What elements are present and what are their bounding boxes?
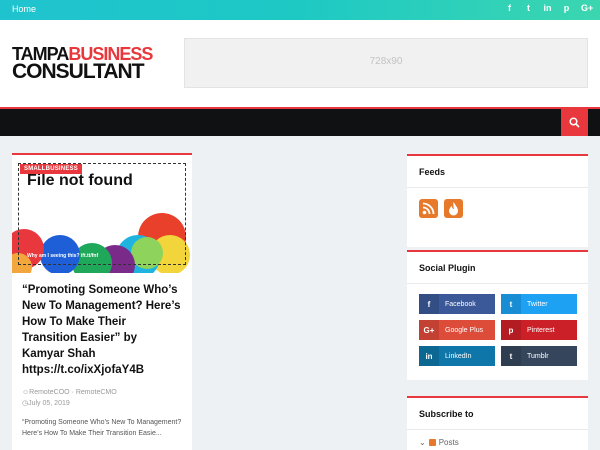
button-label: LinkedIn — [445, 352, 472, 360]
google-plus-icon[interactable]: G+ — [581, 3, 593, 13]
ad-size-label: 728x90 — [369, 56, 403, 67]
facebook-button[interactable]: f Facebook — [419, 294, 495, 314]
button-label: Google Plus — [445, 326, 484, 334]
button-label: Twitter — [527, 300, 548, 308]
subscribe-posts-label: Posts — [438, 438, 459, 447]
post-excerpt: “Promoting Someone Who’s New To Manageme… — [22, 419, 182, 437]
subscribe-posts-item[interactable]: ⌄ Posts — [407, 430, 588, 450]
button-label: Pinterest — [527, 326, 555, 334]
feedburner-icon[interactable] — [444, 199, 463, 218]
thumbnail-subtext: Why am I seeing this? ift.tt/fnf — [27, 253, 99, 259]
widget-title: Social Plugin — [407, 252, 588, 284]
post-card[interactable]: File not found Why am I seeing this? ift… — [12, 153, 192, 450]
tumblr-icon: t — [501, 346, 521, 366]
pinterest-icon: p — [501, 320, 521, 340]
home-link[interactable]: Home — [12, 4, 36, 14]
top-bar: Home f t in p G+ — [0, 0, 600, 20]
top-social-links: f t in p G+ — [505, 3, 593, 13]
widget-title: Subscribe to — [407, 398, 588, 430]
subscribe-widget: Subscribe to ⌄ Posts — [407, 396, 588, 450]
post-author[interactable]: RemoteCOO · RemoteCMO — [29, 389, 117, 396]
site-header: TAMPABUSINESS CONSULTANT 728x90 — [0, 20, 600, 107]
search-icon — [569, 117, 580, 128]
post-date: July 05, 2019 — [28, 400, 70, 407]
google-plus-icon: G+ — [419, 320, 439, 340]
button-label: Facebook — [445, 300, 476, 308]
category-badge[interactable]: SMALLBUSINESS — [20, 164, 82, 174]
twitter-icon: t — [501, 294, 521, 314]
header-ad-slot: 728x90 — [184, 38, 588, 88]
site-logo[interactable]: TAMPABUSINESS CONSULTANT — [12, 45, 153, 83]
google-plus-button[interactable]: G+ Google Plus — [419, 320, 495, 340]
facebook-icon[interactable]: f — [505, 3, 514, 13]
main-navigation — [0, 107, 600, 136]
post-title[interactable]: “Promoting Someone Who’s New To Manageme… — [22, 282, 182, 378]
search-button[interactable] — [561, 109, 588, 136]
linkedin-button[interactable]: in LinkedIn — [419, 346, 495, 366]
twitter-button[interactable]: t Twitter — [501, 294, 577, 314]
post-thumbnail[interactable]: File not found Why am I seeing this? ift… — [12, 155, 192, 273]
widget-title: Feeds — [407, 156, 588, 188]
thumbnail-text: File not found — [27, 172, 133, 189]
rss-icon — [428, 439, 436, 446]
facebook-icon: f — [419, 294, 439, 314]
logo-consultant: CONSULTANT — [12, 60, 145, 83]
twitter-icon[interactable]: t — [524, 3, 533, 13]
pinterest-button[interactable]: p Pinterest — [501, 320, 577, 340]
pinterest-icon[interactable]: p — [562, 3, 571, 13]
feeds-widget: Feeds — [407, 154, 588, 247]
post-body: “Promoting Someone Who’s New To Manageme… — [12, 273, 192, 439]
linkedin-icon: in — [419, 346, 439, 366]
chevron-down-icon: ⌄ — [419, 438, 426, 447]
tumblr-button[interactable]: t Tumblr — [501, 346, 577, 366]
social-plugin-widget: Social Plugin f Facebook t Twitter G+ Go… — [407, 250, 588, 380]
post-meta: ☺RemoteCOO · RemoteCMO ◷July 05, 2019 — [22, 387, 182, 409]
linkedin-icon[interactable]: in — [543, 3, 552, 13]
button-label: Tumblr — [527, 352, 549, 360]
rss-feed-icon[interactable] — [419, 199, 438, 218]
